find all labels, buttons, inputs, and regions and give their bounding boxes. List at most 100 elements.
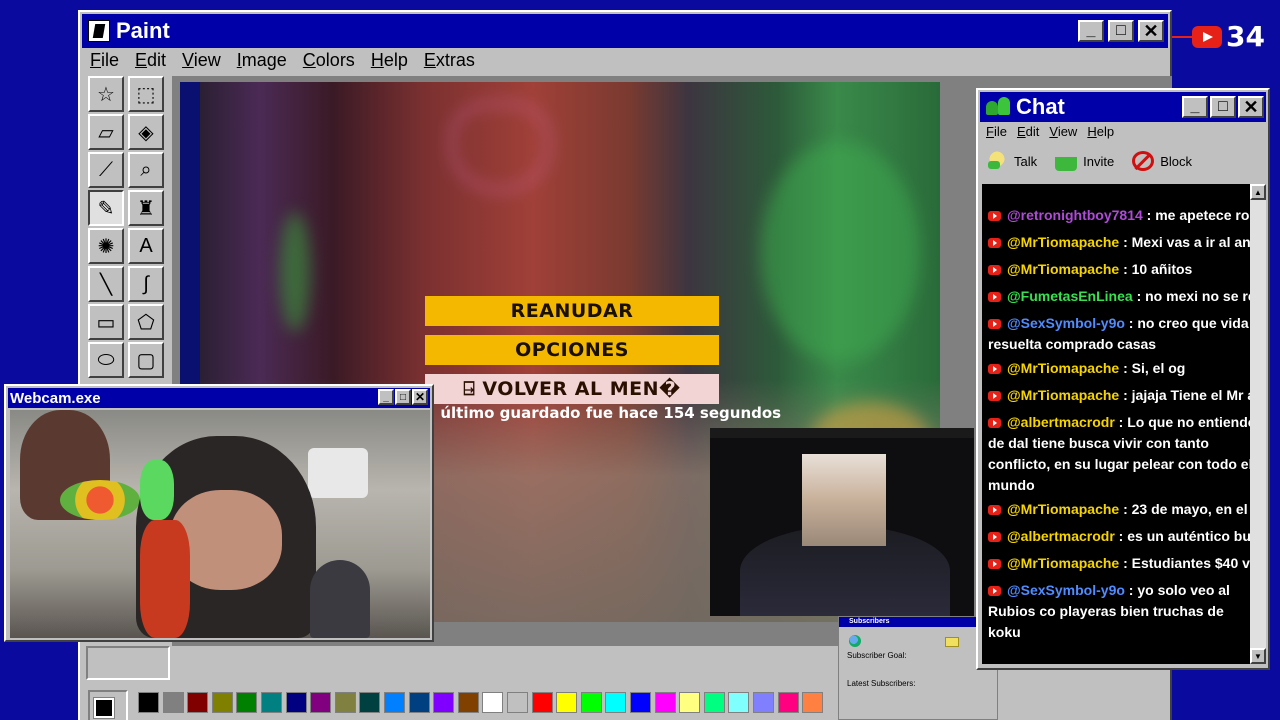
chat-close-button[interactable]: ✕ bbox=[1238, 96, 1264, 118]
chat-menu-help[interactable]: Help bbox=[1087, 124, 1114, 139]
paint-maximize-button[interactable]: □ bbox=[1108, 20, 1134, 42]
line-tool-icon[interactable]: ╲ bbox=[88, 266, 124, 302]
invite-button[interactable]: Invite bbox=[1055, 151, 1114, 171]
scroll-up-icon[interactable]: ▲ bbox=[1250, 184, 1266, 200]
palette-swatch[interactable] bbox=[457, 692, 479, 713]
palette-swatch[interactable] bbox=[285, 692, 307, 713]
palette-swatch[interactable] bbox=[334, 692, 356, 713]
youtube-icon bbox=[988, 319, 1001, 330]
chat-username[interactable]: @SexSymbol-y9o bbox=[1007, 315, 1125, 331]
menu-edit[interactable]: Edit bbox=[135, 50, 166, 74]
curve-tool-icon[interactable]: ∫ bbox=[128, 266, 164, 302]
airbrush-tool-icon[interactable]: ✺ bbox=[88, 228, 124, 264]
chat-menu-file[interactable]: File bbox=[986, 124, 1007, 139]
palette-swatch[interactable] bbox=[703, 692, 725, 713]
paint-close-button[interactable]: ✕ bbox=[1138, 20, 1164, 42]
brush-tool-icon[interactable]: ♜ bbox=[128, 190, 164, 226]
chat-text: : me apetece robar a m bbox=[1146, 207, 1260, 223]
palette-swatch[interactable] bbox=[556, 692, 578, 713]
free-select-tool-icon[interactable]: ☆ bbox=[88, 76, 124, 112]
palette-swatch[interactable] bbox=[261, 692, 282, 713]
text-tool-icon[interactable]: A bbox=[128, 228, 164, 264]
subscribers-widget: Subscribers Subscriber Goal: Latest Subs… bbox=[838, 616, 998, 720]
back-to-menu-button[interactable]: ⍈ VOLVER AL MEN� bbox=[425, 374, 719, 404]
paint-titlebar[interactable]: Paint _ □ ✕ bbox=[82, 14, 1168, 48]
chat-scrollbar[interactable]: ▲ ▼ bbox=[1250, 184, 1266, 664]
chat-username[interactable]: @albertmacrodr bbox=[1007, 528, 1115, 544]
folder-icon[interactable] bbox=[945, 637, 959, 647]
rectangle-tool-icon[interactable]: ▭ bbox=[88, 304, 124, 340]
palette-swatch[interactable] bbox=[802, 692, 824, 713]
chat-username[interactable]: @MrTiomapache bbox=[1007, 234, 1119, 250]
chat-message: @albertmacrodr : es un auténtico buscapl… bbox=[982, 523, 1260, 550]
paint-minimize-button[interactable]: _ bbox=[1078, 20, 1104, 42]
palette-swatch[interactable] bbox=[408, 692, 430, 713]
palette-swatch[interactable] bbox=[777, 692, 799, 713]
chat-username[interactable]: @MrTiomapache bbox=[1007, 387, 1119, 403]
chat-titlebar[interactable]: Chat _ □ ✕ bbox=[980, 92, 1266, 122]
video-inset-clip bbox=[802, 454, 886, 546]
palette-swatch[interactable] bbox=[679, 692, 701, 713]
chat-username[interactable]: @MrTiomapache bbox=[1007, 261, 1119, 277]
color-picker-tool-icon[interactable]: ⟋ bbox=[88, 152, 124, 188]
menu-colors[interactable]: Colors bbox=[303, 50, 355, 74]
palette-swatch[interactable] bbox=[728, 692, 750, 713]
fill-tool-icon[interactable]: ◈ bbox=[128, 114, 164, 150]
rounded-rectangle-tool-icon[interactable]: ▢ bbox=[128, 342, 164, 378]
chat-username[interactable]: @FumetasEnLinea bbox=[1007, 288, 1133, 304]
palette-swatch[interactable] bbox=[138, 692, 159, 713]
menu-extras[interactable]: Extras bbox=[424, 50, 475, 74]
ellipse-tool-icon[interactable]: ⬭ bbox=[88, 342, 124, 378]
polygon-tool-icon[interactable]: ⬠ bbox=[128, 304, 164, 340]
pencil-tool-icon[interactable]: ✎ bbox=[88, 190, 124, 226]
options-button[interactable]: OPCIONES bbox=[425, 335, 719, 365]
chat-username[interactable]: @MrTiomapache bbox=[1007, 501, 1119, 517]
palette-swatch[interactable] bbox=[310, 692, 332, 713]
palette-swatch[interactable] bbox=[162, 692, 184, 713]
palette-swatch[interactable] bbox=[359, 692, 381, 713]
resume-button[interactable]: REANUDAR bbox=[425, 296, 719, 326]
scene-green-panel bbox=[760, 142, 920, 362]
palette-swatch[interactable] bbox=[384, 692, 405, 713]
palette-swatch[interactable] bbox=[531, 692, 553, 713]
chat-username[interactable]: @MrTiomapache bbox=[1007, 360, 1119, 376]
palette-swatch[interactable] bbox=[433, 692, 455, 713]
palette-swatch[interactable] bbox=[507, 692, 528, 713]
webcam-close-button[interactable]: ✕ bbox=[412, 389, 428, 405]
chat-menu-view[interactable]: View bbox=[1049, 124, 1077, 139]
eraser-tool-icon[interactable]: ▱ bbox=[88, 114, 124, 150]
rect-select-tool-icon[interactable]: ⬚ bbox=[128, 76, 164, 112]
chat-message: @MrTiomapache : 23 de mayo, en el "Rehil… bbox=[982, 496, 1260, 523]
palette-swatch[interactable] bbox=[482, 692, 504, 713]
latest-subscribers-label: Latest Subscribers: bbox=[847, 679, 916, 688]
palette-swatch[interactable] bbox=[605, 692, 627, 713]
palette-swatch[interactable] bbox=[753, 692, 774, 713]
chat-username[interactable]: @MrTiomapache bbox=[1007, 555, 1119, 571]
palette-swatch[interactable] bbox=[236, 692, 258, 713]
chat-username[interactable]: @albertmacrodr bbox=[1007, 414, 1115, 430]
chat-minimize-button[interactable]: _ bbox=[1182, 96, 1208, 118]
palette-swatch[interactable] bbox=[630, 692, 651, 713]
palette-swatch[interactable] bbox=[187, 692, 209, 713]
magnifier-tool-icon[interactable]: ⌕ bbox=[128, 152, 164, 188]
block-button[interactable]: Block bbox=[1132, 151, 1192, 171]
chat-username[interactable]: @SexSymbol-y9o bbox=[1007, 582, 1125, 598]
palette-swatch[interactable] bbox=[654, 692, 676, 713]
chat-maximize-button[interactable]: □ bbox=[1210, 96, 1236, 118]
webcam-minimize-button[interactable]: _ bbox=[378, 389, 394, 405]
scroll-down-icon[interactable]: ▼ bbox=[1250, 648, 1266, 664]
chat-message: @MrTiomapache : Mexi vas a ir al anivers… bbox=[982, 229, 1260, 256]
webcam-maximize-button[interactable]: □ bbox=[395, 389, 411, 405]
palette-swatch[interactable] bbox=[580, 692, 602, 713]
menu-file[interactable]: File bbox=[90, 50, 119, 74]
menu-view[interactable]: View bbox=[182, 50, 221, 74]
chat-username[interactable]: @retronightboy7814 bbox=[1007, 207, 1143, 223]
counter-line bbox=[1172, 36, 1194, 38]
webcam-titlebar[interactable]: Webcam.exe _ □ ✕ bbox=[8, 388, 430, 408]
chat-menu-edit[interactable]: Edit bbox=[1017, 124, 1039, 139]
menu-image[interactable]: Image bbox=[237, 50, 287, 74]
palette-swatch[interactable] bbox=[211, 692, 233, 713]
menu-help[interactable]: Help bbox=[371, 50, 408, 74]
talk-button[interactable]: Talk bbox=[986, 151, 1037, 171]
current-color-indicator[interactable] bbox=[88, 690, 128, 720]
